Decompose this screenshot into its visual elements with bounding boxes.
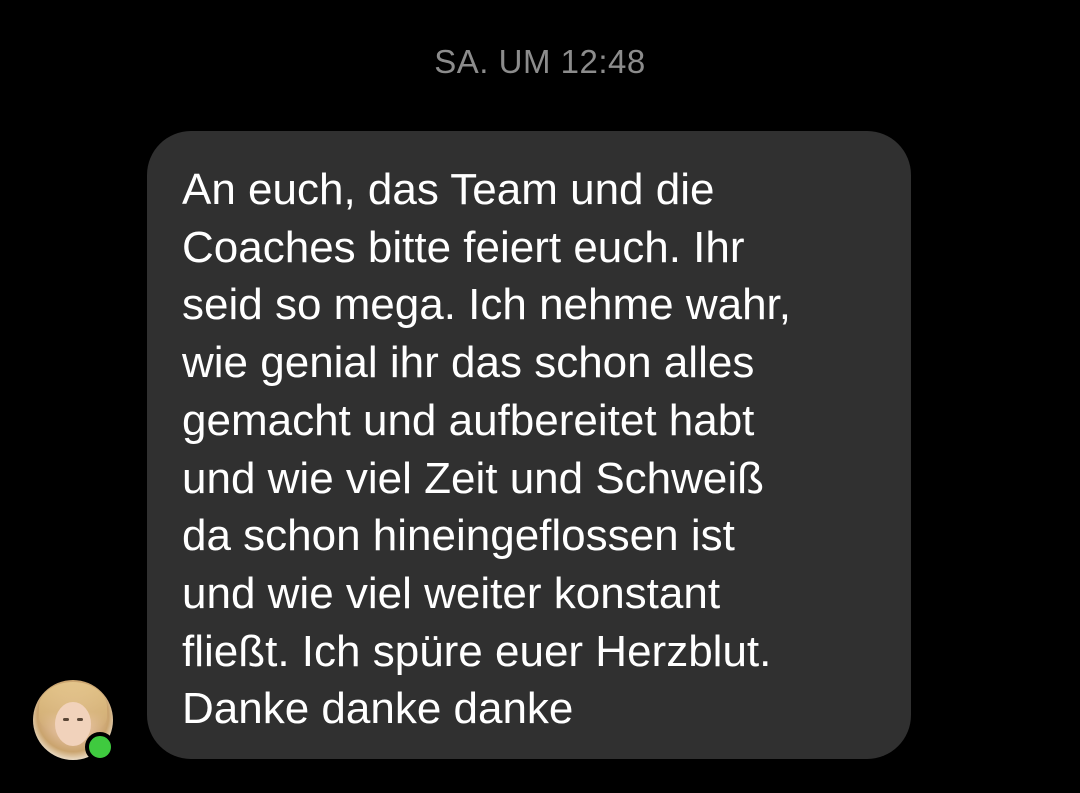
message-row: An euch, das Team und die Coaches bitte …	[0, 0, 1080, 793]
message-bubble[interactable]: An euch, das Team und die Coaches bitte …	[147, 131, 911, 759]
online-status-indicator	[85, 732, 115, 762]
avatar-eye-right	[77, 718, 83, 721]
sender-avatar[interactable]	[33, 680, 115, 762]
avatar-eye-left	[63, 718, 69, 721]
message-text: An euch, das Team und die Coaches bitte …	[182, 165, 791, 734]
